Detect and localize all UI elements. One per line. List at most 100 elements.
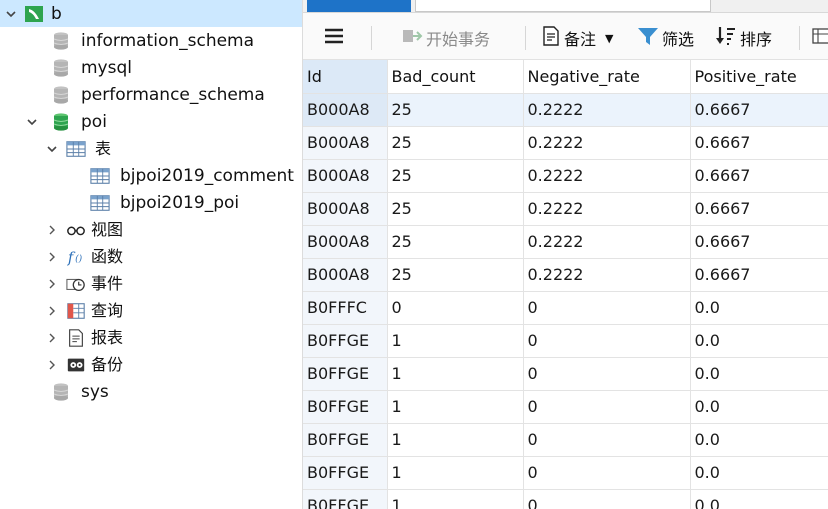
cell-negative-rate[interactable]: 0.2222 [523,93,691,127]
table-row[interactable]: B000A8 25 0.2222 0.6667 [303,258,828,292]
tab-active[interactable] [307,0,411,12]
cell-bad-count[interactable]: 1 [387,456,524,490]
tree-group-backups[interactable]: 备份 [0,351,302,378]
column-header-bad-count[interactable]: Bad_count [387,60,524,94]
cell-bad-count[interactable]: 1 [387,423,524,457]
cell-id[interactable]: B0FFGE [303,423,388,457]
cell-id[interactable]: B000A8 [303,225,388,259]
tree-group-functions[interactable]: f() 函数 [0,243,302,270]
cell-id[interactable]: B000A8 [303,192,388,226]
tree-group-reports[interactable]: 报表 [0,324,302,351]
cell-negative-rate[interactable]: 0 [523,423,691,457]
cell-bad-count[interactable]: 25 [387,225,524,259]
sort-button[interactable]: 排序 [715,25,772,51]
table-row[interactable]: B0FFGE 1 0 0.0 [303,423,828,457]
column-header-negative-rate[interactable]: Negative_rate [523,60,691,94]
cell-negative-rate[interactable]: 0 [523,291,691,325]
cell-positive-rate[interactable]: 0.0 [690,390,828,424]
cell-id[interactable]: B0FFGE [303,489,388,509]
cell-positive-rate[interactable]: 0.0 [690,456,828,490]
cell-positive-rate[interactable]: 0.0 [690,423,828,457]
tree-table-bjpoi2019-comment[interactable]: bjpoi2019_comment [0,162,302,189]
tree-db-mysql[interactable]: mysql [0,54,302,81]
memo-button[interactable]: 备注 ▼ [541,25,613,51]
dropdown-caret-icon[interactable]: ▼ [605,32,613,45]
cell-bad-count[interactable]: 1 [387,324,524,358]
cell-negative-rate[interactable]: 0 [523,390,691,424]
chevron-down-icon[interactable] [4,7,18,21]
cell-positive-rate[interactable]: 0.6667 [690,258,828,292]
cell-id[interactable]: B0FFGE [303,456,388,490]
cell-bad-count[interactable]: 1 [387,390,524,424]
tree-connection-b[interactable]: b [0,0,302,27]
cell-positive-rate[interactable]: 0.0 [690,324,828,358]
cell-bad-count[interactable]: 25 [387,258,524,292]
cell-positive-rate[interactable]: 0.0 [690,291,828,325]
tree-db-poi[interactable]: poi [0,108,302,135]
table-row[interactable]: B0FFFC 0 0 0.0 [303,291,828,325]
column-header-id[interactable]: Id [303,60,388,94]
filter-button[interactable]: 筛选 [637,25,694,51]
column-header-positive-rate[interactable]: Positive_rate [690,60,828,94]
cell-negative-rate[interactable]: 0 [523,456,691,490]
cell-positive-rate[interactable]: 0.6667 [690,159,828,193]
cell-id[interactable]: B0FFFC [303,291,388,325]
cell-negative-rate[interactable]: 0.2222 [523,192,691,226]
cell-positive-rate[interactable]: 0.6667 [690,192,828,226]
cell-bad-count[interactable]: 1 [387,357,524,391]
tab-other[interactable] [715,0,775,12]
menu-button[interactable] [323,25,345,51]
begin-transaction-button[interactable]: 开始事务 [401,25,490,51]
chevron-right-icon[interactable] [45,358,59,372]
cell-negative-rate[interactable]: 0 [523,489,691,509]
cell-id[interactable]: B000A8 [303,258,388,292]
table-row[interactable]: B000A8 25 0.2222 0.6667 [303,192,828,226]
table-row[interactable]: B0FFGE 1 0 0.0 [303,489,828,509]
cell-bad-count[interactable]: 25 [387,126,524,160]
cell-positive-rate[interactable]: 0.0 [690,357,828,391]
tree-group-tables[interactable]: 表 [0,135,302,162]
chevron-right-icon[interactable] [45,331,59,345]
cell-negative-rate[interactable]: 0 [523,357,691,391]
tree-group-events[interactable]: 事件 [0,270,302,297]
cell-bad-count[interactable]: 1 [387,489,524,509]
cell-id[interactable]: B000A8 [303,159,388,193]
table-row[interactable]: B0FFGE 1 0 0.0 [303,357,828,391]
chevron-right-icon[interactable] [45,304,59,318]
cell-bad-count[interactable]: 25 [387,93,524,127]
tree-table-bjpoi2019-poi[interactable]: bjpoi2019_poi [0,189,302,216]
cell-positive-rate[interactable]: 0.6667 [690,126,828,160]
overflow-toolbar-button[interactable] [811,25,828,51]
table-row[interactable]: B000A8 25 0.2222 0.6667 [303,93,828,127]
cell-positive-rate[interactable]: 0.6667 [690,93,828,127]
cell-id[interactable]: B0FFGE [303,390,388,424]
chevron-right-icon[interactable] [45,250,59,264]
cell-id[interactable]: B000A8 [303,93,388,127]
cell-bad-count[interactable]: 0 [387,291,524,325]
tree-group-queries[interactable]: 查询 [0,297,302,324]
cell-positive-rate[interactable]: 0.0 [690,489,828,509]
chevron-down-icon[interactable] [45,142,59,156]
cell-id[interactable]: B000A8 [303,126,388,160]
cell-negative-rate[interactable]: 0.2222 [523,126,691,160]
table-row[interactable]: B0FFGE 1 0 0.0 [303,456,828,490]
chevron-down-icon[interactable] [25,115,39,129]
cell-bad-count[interactable]: 25 [387,159,524,193]
cell-positive-rate[interactable]: 0.6667 [690,225,828,259]
table-row[interactable]: B000A8 25 0.2222 0.6667 [303,225,828,259]
tree-group-views[interactable]: 视图 [0,216,302,243]
tree-db-information-schema[interactable]: information_schema [0,27,302,54]
chevron-right-icon[interactable] [45,223,59,237]
cell-id[interactable]: B0FFGE [303,324,388,358]
cell-negative-rate[interactable]: 0.2222 [523,258,691,292]
cell-id[interactable]: B0FFGE [303,357,388,391]
chevron-right-icon[interactable] [45,277,59,291]
cell-negative-rate[interactable]: 0.2222 [523,159,691,193]
tree-db-sys[interactable]: sys [0,378,302,405]
table-row[interactable]: B000A8 25 0.2222 0.6667 [303,159,828,193]
tab-table[interactable] [415,0,711,12]
tree-db-performance-schema[interactable]: performance_schema [0,81,302,108]
cell-bad-count[interactable]: 25 [387,192,524,226]
table-row[interactable]: B000A8 25 0.2222 0.6667 [303,126,828,160]
table-row[interactable]: B0FFGE 1 0 0.0 [303,324,828,358]
